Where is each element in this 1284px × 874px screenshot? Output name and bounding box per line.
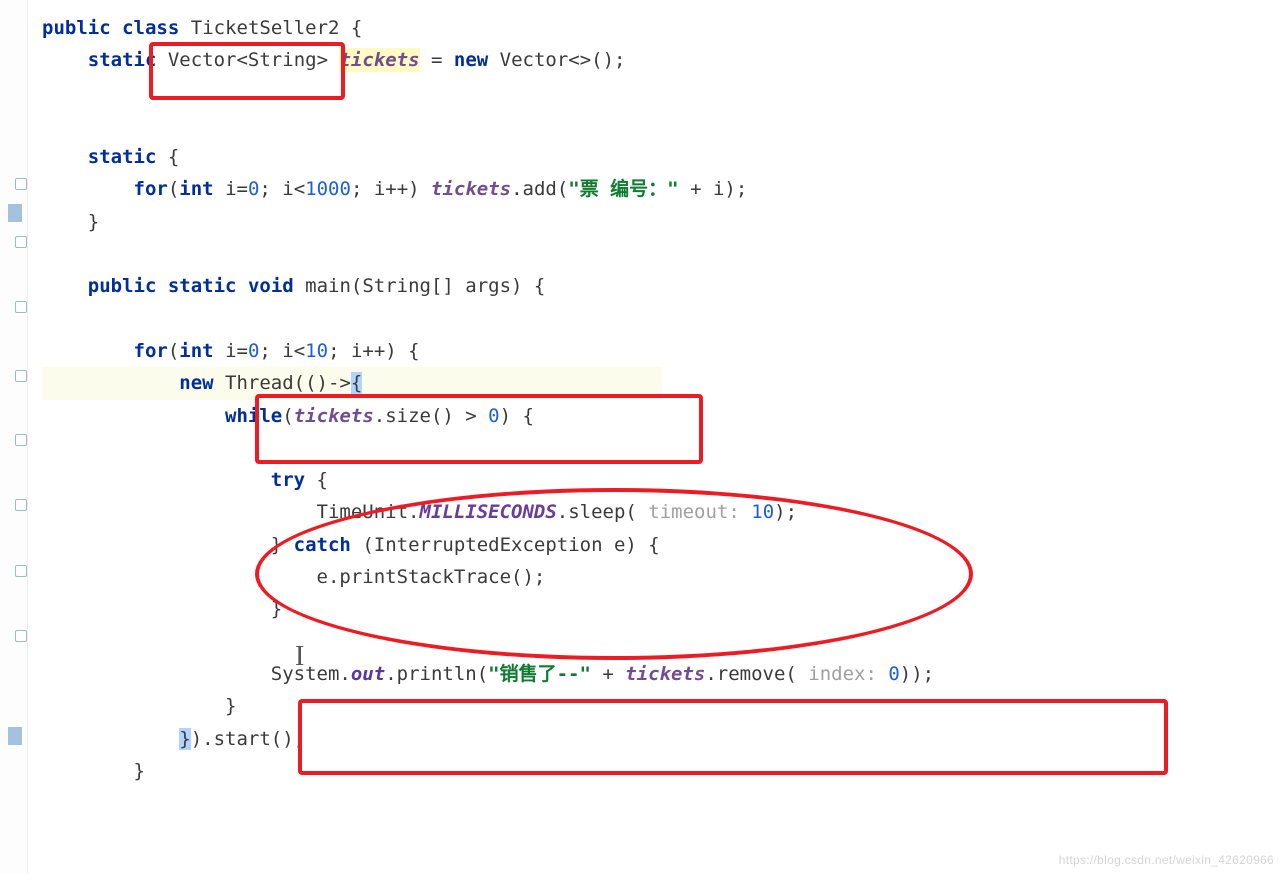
text: ; i++): [351, 178, 431, 200]
keyword: for: [134, 340, 168, 362]
brace: {: [156, 146, 179, 168]
text: i=: [214, 340, 248, 362]
text-caret-icon: I: [295, 633, 304, 681]
paren: (: [168, 178, 179, 200]
paren: (: [168, 340, 179, 362]
param-hint: index:: [797, 663, 889, 685]
class-name: TicketSeller2: [191, 17, 340, 39]
text: ; i++) {: [328, 340, 420, 362]
brace: }: [88, 211, 99, 233]
field-tickets: tickets: [625, 663, 705, 685]
text: ));: [900, 663, 934, 685]
brace-selected: }: [179, 728, 190, 750]
keyword: static: [88, 49, 157, 71]
fold-icon[interactable]: [15, 301, 27, 313]
annotation-box-while: [255, 394, 703, 464]
text: .add(: [511, 178, 568, 200]
fold-icon[interactable]: [15, 565, 27, 577]
field-out: out: [351, 663, 385, 685]
field-tickets: tickets: [339, 48, 419, 72]
brace-selected: {: [351, 372, 362, 394]
fold-icon[interactable]: [15, 499, 27, 511]
editor-gutter: [0, 0, 28, 874]
gutter-mark: [8, 204, 22, 222]
keyword: public: [88, 275, 157, 297]
annotation-ellipse-trycatch: [255, 488, 973, 660]
fold-icon[interactable]: [15, 178, 27, 190]
fold-icon[interactable]: [15, 630, 27, 642]
number: 10: [305, 340, 328, 362]
keyword: try: [271, 469, 305, 491]
number: 0: [888, 663, 899, 685]
number: 0: [248, 178, 259, 200]
text: i=: [214, 178, 248, 200]
brace: {: [305, 469, 328, 491]
keyword: void: [248, 275, 294, 297]
brace: }: [134, 760, 145, 782]
method-sig: main(String[] args) {: [294, 275, 546, 297]
keyword: new: [454, 49, 488, 71]
keyword: int: [179, 178, 213, 200]
class-ref: System.: [271, 663, 351, 685]
text: Vector<>();: [488, 49, 625, 71]
annotation-box-vector: [149, 42, 345, 100]
fold-icon[interactable]: [15, 236, 27, 248]
text: ; i<: [259, 178, 305, 200]
text: ; i<: [259, 340, 305, 362]
text: +: [591, 663, 625, 685]
keyword: int: [179, 340, 213, 362]
text: .println(: [385, 663, 488, 685]
keyword: new: [179, 372, 213, 394]
string: "票 编号：": [568, 178, 678, 200]
string: "销售了--": [488, 663, 591, 685]
text: .remove(: [705, 663, 797, 685]
keyword: static: [168, 275, 237, 297]
keyword: class: [122, 17, 179, 39]
watermark: https://blog.csdn.net/weixin_42620966: [1059, 850, 1274, 870]
text: =: [420, 49, 454, 71]
text: Thread(()->: [214, 372, 351, 394]
keyword: static: [88, 146, 157, 168]
number: 1000: [305, 178, 351, 200]
field-tickets: tickets: [431, 178, 511, 200]
number: 0: [248, 340, 259, 362]
keyword: for: [134, 178, 168, 200]
text: ).start();: [191, 728, 305, 750]
annotation-box-println: [298, 699, 1168, 775]
gutter-mark: [8, 727, 22, 745]
keyword: public: [42, 17, 111, 39]
brace: {: [351, 17, 362, 39]
fold-icon[interactable]: [15, 434, 27, 446]
brace: }: [225, 695, 236, 717]
fold-icon[interactable]: [15, 370, 27, 382]
text: + i);: [679, 178, 748, 200]
